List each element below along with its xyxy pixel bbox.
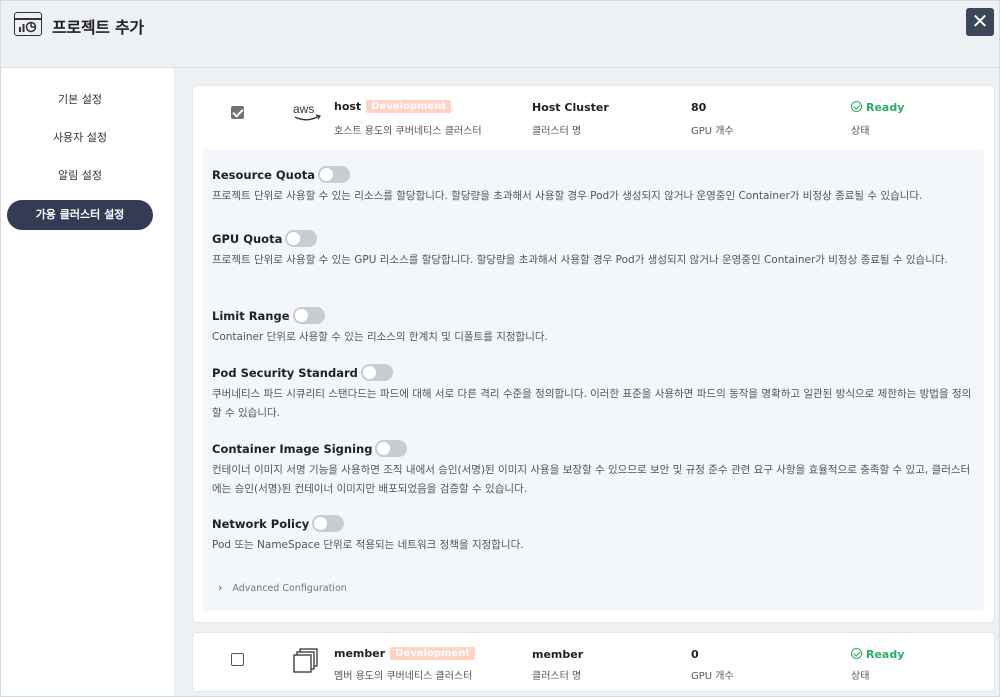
settings-sidebar: 기본 설정 사용자 설정 알림 설정 가용 클러스터 설정 (1, 68, 175, 696)
cluster-card-host: aws host Development 호스트 용도의 쿠버네티스 클러스터 H… (192, 85, 995, 623)
environment-badge: Development (390, 647, 476, 660)
status-text: Ready (866, 648, 905, 661)
cluster-settings-panel: Resource Quota 프로젝트 단위로 사용할 수 있는 리소스를 할당… (203, 150, 984, 610)
dashboard-window-icon (14, 12, 42, 36)
check-circle-icon (851, 101, 862, 112)
option-gpu-quota: GPU Quota (212, 230, 318, 247)
option-title: Resource Quota (212, 168, 316, 182)
cluster-description: 멤버 용도의 쿠버네티스 클러스터 (334, 671, 473, 682)
network-policy-toggle[interactable] (312, 515, 345, 532)
gpu-quota-toggle[interactable] (285, 230, 318, 247)
status-text: Ready (866, 101, 905, 114)
dialog-header: 프로젝트 추가 ✕ (1, 1, 999, 68)
close-icon: ✕ (971, 9, 989, 33)
option-title: Pod Security Standard (212, 366, 358, 380)
cluster-name: member Development (334, 647, 476, 660)
cluster-card-member: member Development 멤버 용도의 쿠버네티스 클러스터 memb… (192, 632, 995, 692)
cluster-description: 호스트 용도의 쿠버네티스 클러스터 (334, 126, 482, 137)
cluster-select-checkbox[interactable] (231, 106, 244, 119)
cluster-label-value: Host Cluster (532, 101, 609, 114)
pod-security-standard-toggle[interactable] (360, 364, 393, 381)
cluster-name-text: member (334, 647, 386, 660)
cluster-label-caption: 클러스터 명 (532, 126, 582, 137)
option-description: Pod 또는 NameSpace 단위로 적용되는 네트워크 정책을 지정합니다… (212, 539, 524, 551)
option-description: 프로젝트 단위로 사용할 수 있는 GPU 리소스를 할당합니다. 할당량을 초… (212, 254, 948, 266)
check-circle-icon (851, 648, 862, 659)
advanced-configuration-label: Advanced Configuration (232, 583, 347, 594)
gpu-count-value: 0 (691, 648, 699, 661)
option-title: Limit Range (212, 309, 290, 323)
option-limit-range: Limit Range (212, 307, 325, 324)
cluster-label-value: member (532, 648, 584, 661)
status-caption: 상태 (851, 671, 870, 682)
option-description: 프로젝트 단위로 사용할 수 있는 리소스를 할당합니다. 할당량을 초과해서 … (212, 190, 923, 202)
option-description: Container 단위로 사용할 수 있는 리소스의 한계치 및 디폴트를 지… (212, 331, 548, 343)
resource-quota-toggle[interactable] (318, 166, 351, 183)
cluster-name: host Development (334, 100, 452, 113)
dialog-frame: 프로젝트 추가 ✕ 기본 설정 사용자 설정 알림 설정 가용 클러스터 설정 … (0, 0, 1000, 697)
option-title: Network Policy (212, 517, 310, 531)
sidebar-item-notifications[interactable]: 알림 설정 (7, 161, 153, 191)
environment-badge: Development (366, 100, 452, 113)
gpu-count-value: 80 (691, 101, 707, 114)
limit-range-toggle[interactable] (292, 307, 325, 324)
gpu-count-caption: GPU 개수 (691, 671, 734, 682)
close-button[interactable]: ✕ (966, 8, 994, 36)
status-ready: Ready (851, 648, 904, 661)
advanced-configuration-toggle[interactable]: › Advanced Configuration (218, 581, 347, 594)
cluster-label-caption: 클러스터 명 (532, 671, 582, 682)
cluster-windows-icon (292, 647, 320, 679)
status-caption: 상태 (851, 126, 870, 137)
chevron-right-icon: › (218, 581, 223, 594)
option-container-image-signing: Container Image Signing (212, 440, 408, 457)
main-content: aws host Development 호스트 용도의 쿠버네티스 클러스터 H… (176, 68, 999, 696)
gpu-count-caption: GPU 개수 (691, 126, 734, 137)
option-title: Container Image Signing (212, 442, 373, 456)
cluster-select-checkbox[interactable] (231, 653, 244, 666)
option-pod-security-standard: Pod Security Standard (212, 364, 393, 381)
container-image-signing-toggle[interactable] (375, 440, 408, 457)
aws-icon: aws (293, 102, 323, 128)
option-title: GPU Quota (212, 232, 283, 246)
option-resource-quota: Resource Quota (212, 166, 351, 183)
svg-text:aws: aws (293, 102, 314, 116)
option-description: 쿠버네티스 파드 시큐리티 스탠다드는 파드에 대해 서로 다른 격리 수준을 … (212, 388, 972, 419)
option-description: 컨테이너 이미지 서명 기능을 사용하면 조직 내에서 승인(서명)된 이미지 … (212, 464, 971, 495)
sidebar-item-available-clusters[interactable]: 가용 클러스터 설정 (7, 200, 153, 230)
sidebar-item-users[interactable]: 사용자 설정 (7, 123, 153, 153)
option-network-policy: Network Policy (212, 515, 345, 532)
cluster-name-text: host (334, 100, 362, 113)
sidebar-item-basic[interactable]: 기본 설정 (7, 85, 153, 115)
status-ready: Ready (851, 101, 904, 114)
dialog-title: 프로젝트 추가 (52, 18, 144, 37)
